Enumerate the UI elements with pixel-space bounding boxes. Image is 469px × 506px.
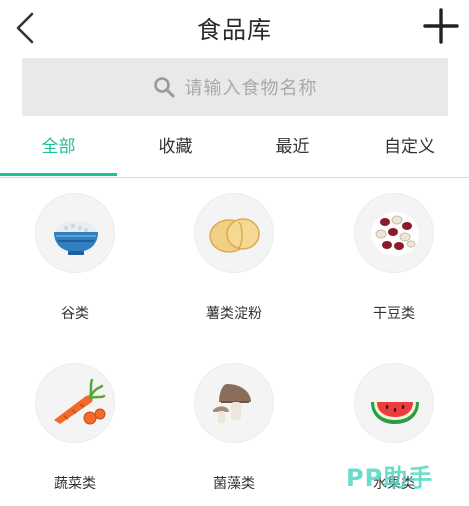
- category-icon-circle: [354, 363, 434, 443]
- rice-bowl-icon: [54, 221, 98, 255]
- category-label: 菌藻类: [213, 476, 255, 492]
- page-title: 食品库: [197, 16, 272, 44]
- category-icon-circle: [35, 193, 115, 273]
- category-icon-circle: [194, 193, 274, 273]
- tab-all[interactable]: 全部: [0, 124, 117, 176]
- search-icon: [153, 77, 174, 98]
- top-bar: 食品库: [0, 0, 469, 56]
- category-fungi-algae[interactable]: 菌藻类: [156, 363, 312, 506]
- potato-slices-icon: [209, 218, 260, 253]
- tab-favorites[interactable]: 收藏: [117, 124, 234, 176]
- category-cereals[interactable]: 谷类: [0, 193, 153, 353]
- category-label: 干豆类: [373, 306, 415, 322]
- category-tabs: 全部 收藏 最近 自定义: [0, 124, 469, 178]
- category-icon-circle: [35, 363, 115, 443]
- category-vegetables[interactable]: 蔬菜类: [0, 363, 153, 506]
- beans-icon: [371, 212, 419, 256]
- plus-icon: [423, 8, 459, 44]
- category-label: 谷类: [61, 306, 89, 322]
- tab-recent[interactable]: 最近: [234, 124, 351, 176]
- tab-custom[interactable]: 自定义: [351, 124, 468, 176]
- search-placeholder: 请输入食物名称: [184, 78, 318, 99]
- carrot-icon: [54, 378, 106, 425]
- category-icon-circle: [194, 363, 274, 443]
- category-icon-circle: [354, 193, 434, 273]
- watermelon-icon: [371, 402, 419, 424]
- category-dried-beans[interactable]: 干豆类: [316, 193, 469, 353]
- add-food-button[interactable]: [421, 6, 461, 46]
- mushroom-icon: [213, 384, 251, 423]
- category-label: 蔬菜类: [54, 476, 96, 492]
- search-input[interactable]: 请输入食物名称: [22, 58, 448, 116]
- watermark-logo: PP助手: [346, 464, 434, 492]
- active-tab-indicator: [0, 173, 117, 176]
- category-label: 薯类淀粉: [206, 306, 262, 322]
- category-tubers-starch[interactable]: 薯类淀粉: [156, 193, 312, 353]
